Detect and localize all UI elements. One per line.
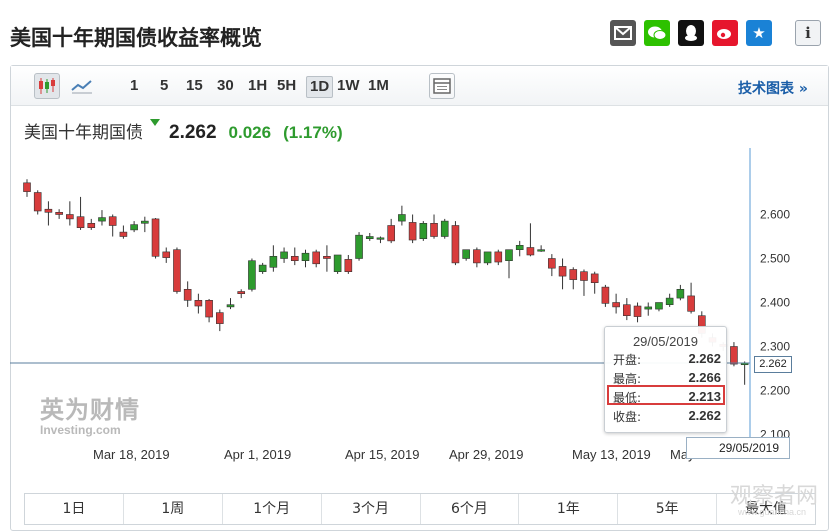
tooltip-low-highlight [607,385,725,405]
corner-mark-url: www.guancha.cn [738,507,807,517]
range-tab-1y[interactable]: 1年 [519,494,619,524]
candlestick-chart-icon[interactable] [34,73,60,99]
tooltip-date: 29/05/2019 [632,334,699,349]
interval-1w[interactable]: 1W [334,76,363,98]
instrument-header: 美国十年期国债 2.262 0.026 (1.17%) [24,118,343,143]
tooltip-label: 最高: [613,372,642,386]
instrument-change: 0.026 [228,123,272,142]
crosshair-date-label: 29/05/2019 [686,437,790,459]
tooltip-value: 2.262 [688,408,721,423]
range-tab-3m[interactable]: 3个月 [322,494,421,524]
range-tab-1w[interactable]: 1周 [124,494,223,524]
range-tab-1m[interactable]: 1个月 [223,494,322,524]
interval-1m[interactable]: 1M [365,76,392,98]
tooltip-row-close: 收盘: 2.262 [613,408,721,424]
interval-30[interactable]: 30 [214,76,237,98]
instrument-change-pct: (1.17%) [283,123,343,142]
tooltip-label: 收盘: [613,410,642,424]
info-button[interactable]: i [795,20,821,46]
interval-1[interactable]: 1 [127,76,141,98]
favorite-star-icon[interactable]: ★ [746,20,772,46]
instrument-name: 美国十年期国债 [24,123,143,143]
qq-icon[interactable] [678,20,704,46]
chart-toolbar: 1 5 15 30 1H 5H 1D 1W 1M 技术图表 » [11,66,828,106]
tooltip-row-open: 开盘: 2.262 [613,351,721,367]
range-tabs: 1日 1周 1个月 3个月 6个月 1年 5年 最大值 [24,493,816,525]
up-arrow-icon [150,119,160,126]
tooltip-row-high: 最高: 2.266 [613,370,721,386]
tooltip-value: 2.262 [688,351,721,366]
tooltip-value: 2.266 [688,370,721,385]
interval-5[interactable]: 5 [157,76,171,98]
watermark-en: Investing.com [40,423,121,437]
share-bar: ★ [610,20,772,46]
crosshair-price-label: 2.262 [754,356,792,373]
interval-15[interactable]: 15 [183,76,206,98]
watermark-cn: 英为财情 [40,396,140,424]
interval-5h[interactable]: 5H [274,76,299,98]
tech-chart-link[interactable]: 技术图表 » [738,78,808,98]
corner-mark-cn: 观察者网 [730,484,819,509]
interval-1d[interactable]: 1D [306,76,334,98]
range-tab-5y[interactable]: 5年 [618,494,718,524]
page-title: 美国十年期国债收益率概览 [10,26,262,50]
wechat-icon[interactable] [644,20,670,46]
instrument-price: 2.262 [169,122,217,143]
mail-icon[interactable] [610,20,636,46]
range-tab-6m[interactable]: 6个月 [421,494,520,524]
guancha-watermark: 观察者网 www.guancha.cn [730,478,818,517]
tooltip-label: 开盘: [613,353,642,367]
weibo-icon[interactable] [712,20,738,46]
range-tab-1d[interactable]: 1日 [25,494,124,524]
ohlc-tooltip: 29/05/2019 开盘: 2.262 最高: 2.266 最低: 2.213… [604,326,727,433]
line-chart-icon[interactable] [69,73,95,99]
investing-watermark: 英为财情 Investing.com [40,390,140,437]
interval-1h[interactable]: 1H [245,76,270,98]
table-view-icon[interactable] [429,73,455,99]
